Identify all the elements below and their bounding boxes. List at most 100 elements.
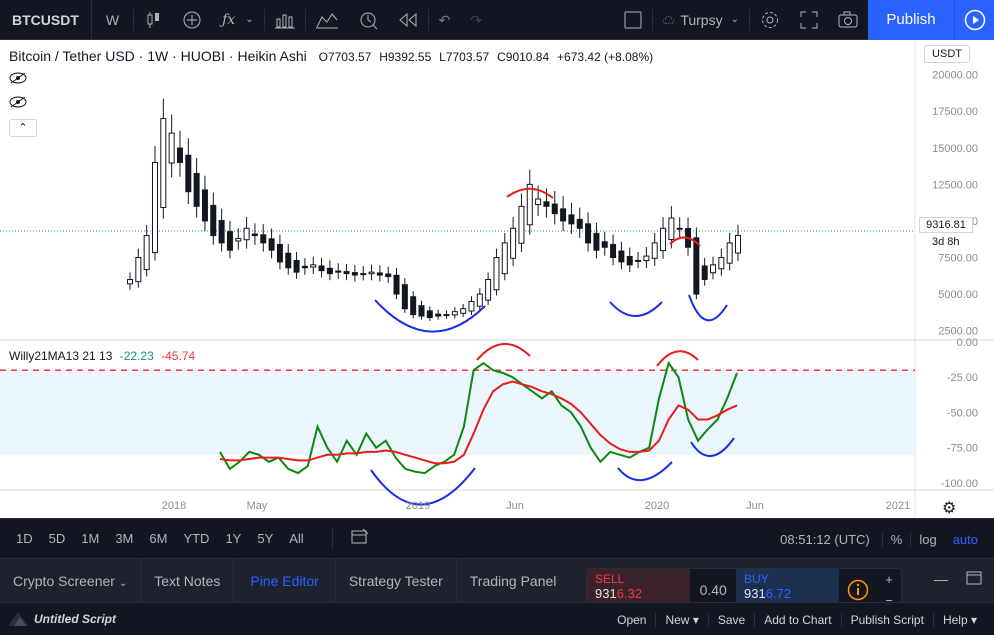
new-script-button[interactable]: New ▾ xyxy=(655,612,707,627)
range-all[interactable]: All xyxy=(281,531,311,546)
open-script-button[interactable]: Open xyxy=(608,613,655,627)
play-icon[interactable] xyxy=(954,0,994,40)
buy-price-prefix: 931 xyxy=(744,586,766,601)
chart-canvas[interactable]: 20000.0017500.0015000.0012500.0010000.00… xyxy=(0,40,994,518)
alert-icon[interactable] xyxy=(306,0,348,40)
script-name-label: Untitled Script xyxy=(34,612,117,626)
range-1y[interactable]: 1Y xyxy=(217,531,249,546)
indicator-tick-label: -25.00 xyxy=(947,372,978,384)
chart-settings-gear-icon[interactable]: ⚙ xyxy=(942,498,956,518)
clock-alert-icon[interactable] xyxy=(348,0,388,40)
range-ytd[interactable]: YTD xyxy=(175,531,217,546)
indicator-legend: Willy21MA13 21 13 -22.23 -45.74 xyxy=(9,349,195,363)
publish-button[interactable]: Publish xyxy=(868,0,954,40)
ohlc-low: L7703.57 xyxy=(439,50,490,64)
candle-body xyxy=(401,284,408,310)
replay-icon[interactable] xyxy=(388,0,428,40)
buy-label: BUY xyxy=(744,572,769,586)
price-tick-label: 15000.00 xyxy=(932,143,978,155)
candle-body xyxy=(601,241,608,248)
add-to-chart-button[interactable]: Add to Chart xyxy=(754,612,840,627)
range-6m[interactable]: 6M xyxy=(141,531,175,546)
current-price-label: 9316.81 xyxy=(919,217,973,233)
candle-body xyxy=(676,227,683,230)
percent-toggle[interactable]: % xyxy=(881,531,911,547)
chart-area[interactable]: 20000.0017500.0015000.0012500.0010000.00… xyxy=(0,40,994,518)
settings-gear-icon[interactable] xyxy=(750,0,790,40)
cloud-label: Turpsy xyxy=(680,11,723,28)
candle-body xyxy=(618,250,625,263)
script-title[interactable]: Untitled Script xyxy=(8,612,116,626)
candle-body xyxy=(510,227,517,259)
symbol-search[interactable]: BTCUSDT xyxy=(0,0,92,40)
range-3m[interactable]: 3M xyxy=(107,531,141,546)
compare-add-icon[interactable] xyxy=(172,0,212,40)
help-button[interactable]: Help ▾ xyxy=(932,612,986,627)
main-legend: Bitcoin / Tether USD · 1W · HUOBI · Heik… xyxy=(9,48,653,64)
undo-icon[interactable]: ↶ xyxy=(429,0,461,40)
collapse-legend-button[interactable]: ⌃ xyxy=(9,119,37,137)
tab-trading-panel[interactable]: Trading Panel xyxy=(457,559,570,603)
tab-text-notes[interactable]: Text Notes xyxy=(141,558,235,603)
indicators-icon[interactable]: ƒx ⌄ xyxy=(212,0,263,40)
script-actions: Open New ▾ Save Add to Chart Publish Scr… xyxy=(608,603,986,635)
utc-clock[interactable]: 08:51:12 (UTC) xyxy=(780,532,870,547)
cloud-save-button[interactable]: Turpsy ⌄ xyxy=(653,0,749,40)
candle-body xyxy=(393,274,400,295)
camera-icon[interactable] xyxy=(828,0,868,40)
redo-icon[interactable]: ↷ xyxy=(460,0,492,40)
bottom-arc-annotation xyxy=(609,301,663,317)
sell-label: SELL xyxy=(595,572,625,586)
price-tick-label: 5000.00 xyxy=(938,289,978,301)
tab-strategy-tester[interactable]: Strategy Tester xyxy=(336,558,457,603)
new-label: New xyxy=(665,612,690,627)
price-tick-label: 2500.00 xyxy=(938,326,978,338)
log-toggle[interactable]: log xyxy=(910,531,944,547)
candle-body xyxy=(660,227,667,252)
buy-price-suffix: 6.72 xyxy=(765,586,792,601)
interval-selector[interactable]: W xyxy=(92,0,133,40)
candle-body xyxy=(560,208,567,222)
help-label: Help xyxy=(942,612,968,627)
chevron-down-icon: ⌄ xyxy=(730,13,739,25)
top-toolbar: BTCUSDT W ƒx ⌄ ↶ ↷ Turpsy ⌄ Publish xyxy=(0,0,994,40)
chart-type-icon[interactable] xyxy=(134,0,172,40)
candle-body xyxy=(260,234,267,244)
sell-price-prefix: 931 xyxy=(595,586,617,601)
candle-body xyxy=(418,305,425,317)
tab-pine-editor[interactable]: Pine Editor xyxy=(234,558,336,603)
tab-crypto-screener[interactable]: Crypto Screener ⌄ xyxy=(0,558,142,603)
candle-body xyxy=(218,219,225,244)
range-5y[interactable]: 5Y xyxy=(249,531,281,546)
candle-body xyxy=(443,314,450,317)
date-range-icon[interactable] xyxy=(331,528,369,549)
candle-body xyxy=(551,203,558,215)
time-tick-label: 2018 xyxy=(162,500,186,512)
range-5d[interactable]: 5D xyxy=(41,531,74,546)
script-icon xyxy=(8,612,28,626)
candle-body xyxy=(193,172,200,207)
indicator-tick-label: -50.00 xyxy=(947,407,978,419)
ohlc-close: C9010.84 xyxy=(497,50,550,64)
maximize-panel-icon[interactable] xyxy=(966,571,982,588)
ohlc-high: H9392.55 xyxy=(379,50,432,64)
auto-toggle[interactable]: auto xyxy=(945,532,986,547)
fullscreen-icon[interactable] xyxy=(790,0,828,40)
plus-icon[interactable]: + xyxy=(885,572,893,587)
time-tick-label: 2020 xyxy=(645,500,669,512)
currency-badge[interactable]: USDT xyxy=(924,45,970,63)
templates-icon[interactable] xyxy=(265,0,305,40)
range-1d[interactable]: 1D xyxy=(8,531,41,546)
candle-body xyxy=(693,237,700,295)
minimize-panel-icon[interactable]: — xyxy=(934,571,948,588)
range-1m[interactable]: 1M xyxy=(73,531,107,546)
publish-script-button[interactable]: Publish Script xyxy=(840,612,933,627)
candle-body xyxy=(376,272,383,276)
time-tick-label: Jun xyxy=(746,500,764,512)
candle-body xyxy=(460,308,467,314)
save-script-button[interactable]: Save xyxy=(707,612,754,627)
layout-icon[interactable] xyxy=(614,0,652,40)
indicator-tick-label: 0.00 xyxy=(957,337,978,349)
ohlc-change: +673.42 (+8.08%) xyxy=(557,50,654,64)
candle-body xyxy=(468,300,475,312)
